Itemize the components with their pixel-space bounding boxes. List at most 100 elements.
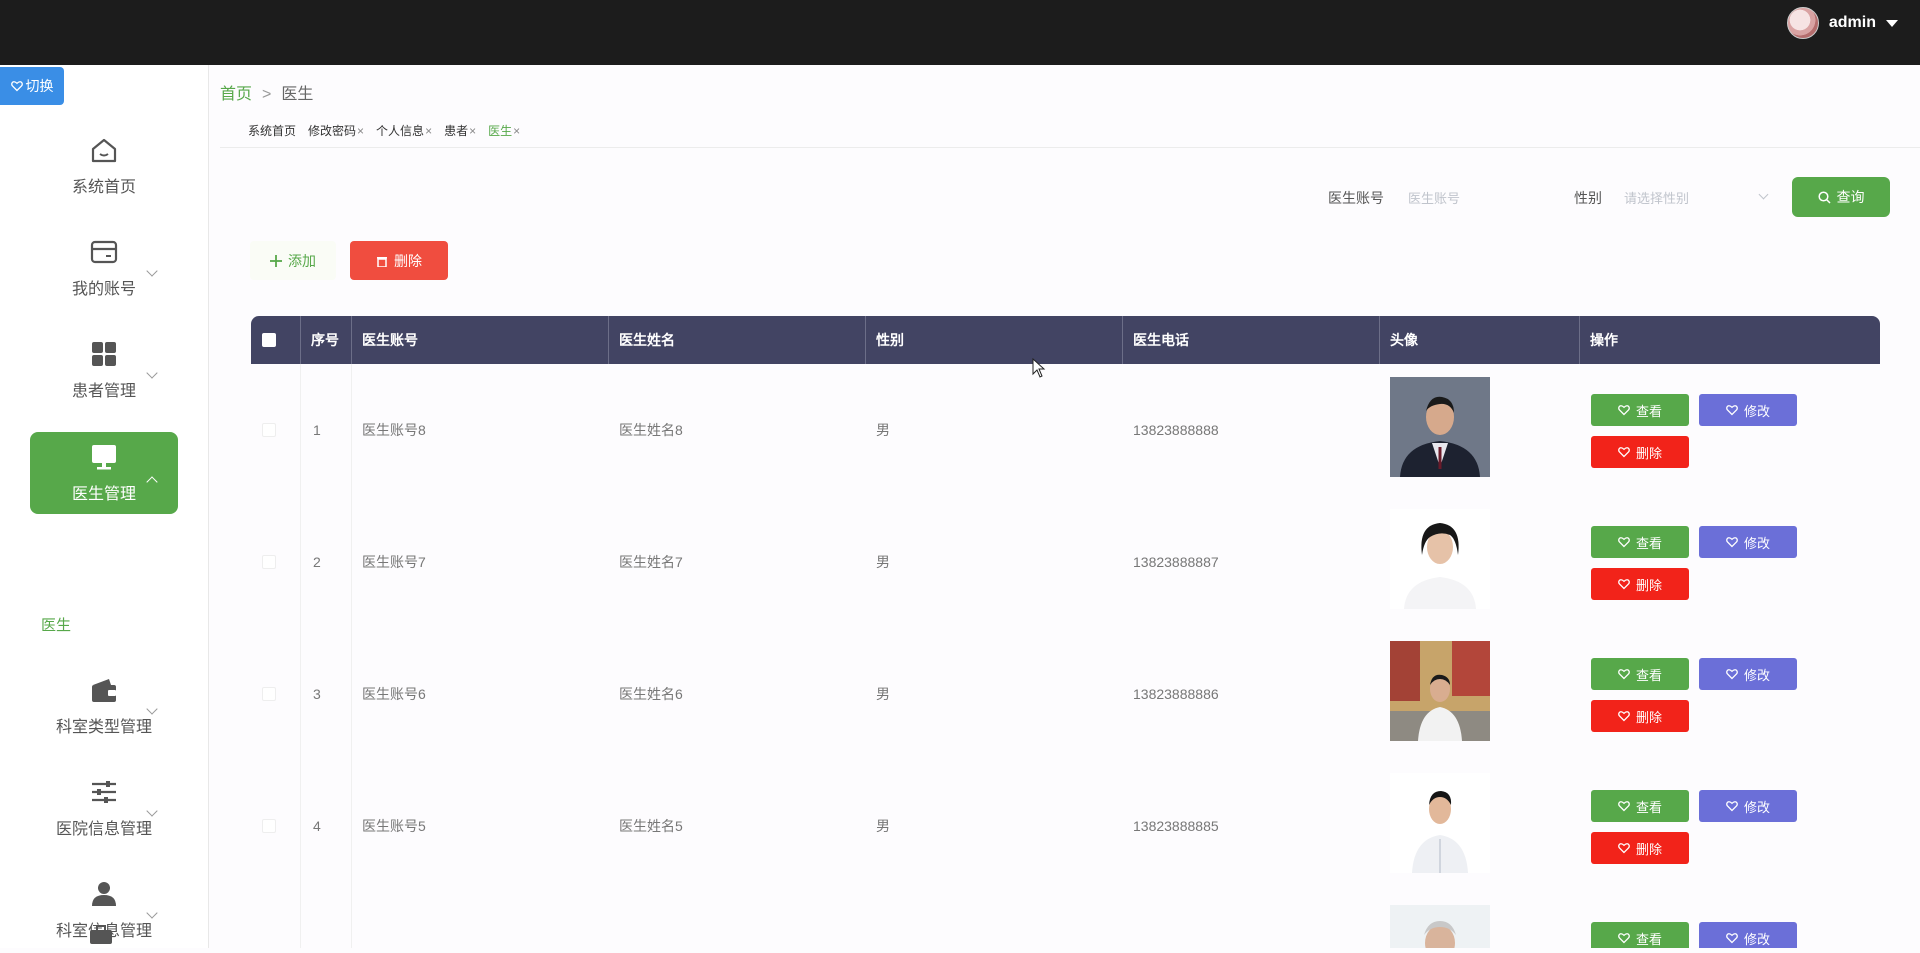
- tab-label: 医生: [488, 124, 513, 138]
- cell-name: 医生姓名7: [619, 554, 683, 570]
- breadcrumb-home[interactable]: 首页: [220, 86, 252, 103]
- view-button[interactable]: 查看: [1591, 922, 1689, 948]
- delete-label: 删除: [1635, 445, 1662, 461]
- home-icon: [91, 138, 117, 163]
- sidebar-item-home[interactable]: 系统首页: [30, 125, 178, 207]
- col-name: 医生姓名: [619, 332, 675, 348]
- gender-select[interactable]: 请选择性别: [1624, 188, 1774, 207]
- monitor-icon: [92, 445, 116, 470]
- view-label: 查看: [1635, 403, 1662, 419]
- close-icon[interactable]: ×: [513, 124, 520, 138]
- close-icon[interactable]: ×: [357, 124, 364, 138]
- chevron-down-icon: [146, 265, 158, 277]
- grid-icon: [92, 342, 116, 366]
- search-icon: [1817, 190, 1831, 204]
- user-icon: [92, 882, 116, 906]
- table-header: 序号 医生账号 医生姓名 性别 医生电话 头像 操作: [251, 316, 1880, 364]
- col-gender: 性别: [876, 332, 904, 348]
- edit-button[interactable]: 修改: [1699, 658, 1797, 690]
- table-row: 1 医生账号8 医生姓名8 男 13823888888 查看 修改 删除: [251, 364, 1880, 496]
- sidebar-item-dept-types[interactable]: 科室类型管理: [30, 665, 178, 747]
- cell-gender: 男: [876, 422, 890, 438]
- cell-index: 4: [313, 818, 321, 834]
- username[interactable]: admin: [1829, 14, 1876, 32]
- edit-button[interactable]: 修改: [1699, 526, 1797, 558]
- cell-phone: 13823888885: [1133, 818, 1219, 834]
- view-button[interactable]: 查看: [1591, 394, 1689, 426]
- close-icon[interactable]: ×: [469, 124, 476, 138]
- col-phone: 医生电话: [1133, 332, 1189, 348]
- avatar[interactable]: [1786, 7, 1819, 39]
- cell-index: 2: [313, 554, 321, 570]
- chevron-down-icon: [146, 367, 158, 379]
- col-avatar: 头像: [1390, 332, 1418, 348]
- view-button[interactable]: 查看: [1591, 658, 1689, 690]
- chevron-up-icon: [146, 476, 158, 488]
- divider: [220, 147, 1920, 148]
- sliders-icon: [92, 781, 116, 803]
- sidebar: 系统首页 我的账号 患者管理 医生管理 医生 科室类型管理 医院信息管理 科室信…: [0, 65, 209, 948]
- user-menu[interactable]: admin: [1786, 7, 1898, 39]
- top-bar: admin: [0, 0, 1920, 65]
- account-label: 医生账号: [1328, 190, 1384, 206]
- heart-icon: [1618, 447, 1630, 458]
- close-icon[interactable]: ×: [425, 124, 432, 138]
- caret-down-icon[interactable]: [1886, 19, 1898, 27]
- col-account: 医生账号: [362, 332, 418, 348]
- tab-patients[interactable]: 患者×: [444, 122, 476, 139]
- delete-button[interactable]: 删除: [1591, 436, 1689, 468]
- view-label: 查看: [1635, 931, 1662, 947]
- sidebar-item-patients[interactable]: 患者管理: [30, 329, 178, 411]
- cell-account: 医生账号5: [362, 818, 426, 834]
- delete-button[interactable]: 删除: [1591, 832, 1689, 864]
- edit-button[interactable]: 修改: [1699, 394, 1797, 426]
- cell-index: 3: [313, 686, 321, 702]
- account-input[interactable]: 医生账号: [1408, 188, 1548, 207]
- tab-profile[interactable]: 个人信息×: [376, 122, 432, 139]
- delete-button[interactable]: 删除: [1591, 700, 1689, 732]
- edit-button[interactable]: 修改: [1699, 790, 1797, 822]
- view-button[interactable]: 查看: [1591, 526, 1689, 558]
- col-index: 序号: [311, 332, 339, 348]
- view-button[interactable]: 查看: [1591, 790, 1689, 822]
- view-label: 查看: [1635, 535, 1662, 551]
- delete-label: 删除: [1635, 841, 1662, 857]
- delete-label: 删除: [1635, 709, 1662, 725]
- doctor-photo: [1390, 377, 1490, 477]
- doctor-photo: [1390, 509, 1490, 609]
- sidebar-item-hospital-info[interactable]: 医院信息管理: [30, 767, 178, 849]
- row-checkbox[interactable]: [262, 819, 276, 833]
- wallet-icon: [92, 679, 116, 702]
- row-checkbox[interactable]: [262, 687, 276, 701]
- account-input-placeholder: 医生账号: [1408, 191, 1461, 206]
- select-all-checkbox[interactable]: [262, 333, 276, 347]
- gender-label: 性别: [1574, 190, 1602, 206]
- sidebar-item-doctors[interactable]: 医生管理: [30, 432, 178, 514]
- submenu-item-doctor[interactable]: 医生: [41, 614, 71, 635]
- plus-icon: [270, 254, 282, 267]
- add-label: 添加: [288, 252, 316, 269]
- sidebar-item-label: 我的账号: [71, 281, 136, 298]
- row-checkbox[interactable]: [262, 423, 276, 437]
- tab-label: 患者: [444, 124, 469, 138]
- switch-button[interactable]: 切换: [0, 67, 64, 105]
- heart-icon: [1726, 933, 1738, 944]
- edit-label: 修改: [1743, 535, 1770, 551]
- query-button[interactable]: 查询: [1792, 177, 1890, 217]
- tab-change-password[interactable]: 修改密码×: [308, 122, 364, 139]
- cell-index: 1: [313, 422, 321, 438]
- briefcase-icon: [90, 922, 112, 948]
- delete-button[interactable]: 删除: [1591, 568, 1689, 600]
- tab-doctors[interactable]: 医生×: [488, 122, 520, 139]
- cell-account: 医生账号6: [362, 686, 426, 702]
- edit-button[interactable]: 修改: [1699, 922, 1797, 948]
- add-button[interactable]: 添加: [250, 241, 336, 280]
- row-checkbox[interactable]: [262, 555, 276, 569]
- tab-home[interactable]: 系统首页: [248, 122, 296, 139]
- bulk-delete-button[interactable]: 删除: [350, 241, 448, 280]
- sidebar-item-account[interactable]: 我的账号: [30, 227, 178, 309]
- heart-icon: [1618, 537, 1630, 548]
- tab-label: 个人信息: [376, 124, 425, 138]
- cell-gender: 男: [876, 818, 890, 834]
- table-row: 2 医生账号7 医生姓名7 男 13823888887 查看 修改 删除: [251, 496, 1880, 628]
